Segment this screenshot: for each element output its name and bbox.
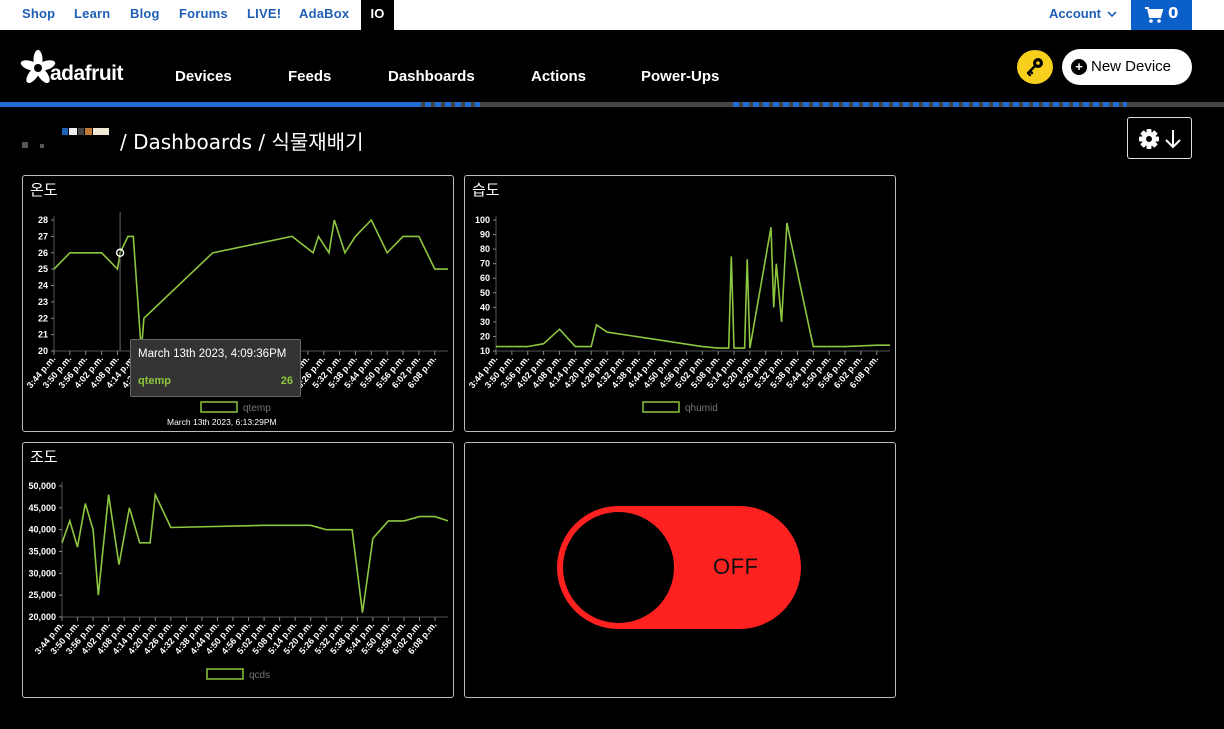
y-tick-label: 22 [38, 313, 48, 323]
y-tick-label: 30,000 [28, 568, 56, 578]
nav-feeds[interactable]: Feeds [288, 68, 331, 85]
io-link[interactable]: IO [361, 0, 394, 30]
new-device-label: New Device [1091, 58, 1172, 75]
nav-devices[interactable]: Devices [175, 68, 232, 85]
y-tick-label: 20,000 [28, 612, 56, 622]
humid-chart[interactable]: 1020304050607080901003:44 p.m.3:50 p.m.3… [465, 176, 897, 433]
shop-link[interactable]: Shop [22, 0, 55, 30]
y-tick-label: 80 [480, 244, 490, 254]
username-redacted [22, 128, 109, 148]
account-label: Account [1049, 6, 1101, 21]
tooltip-series: qtemp [138, 375, 171, 387]
cart-count: 0 [1168, 4, 1179, 22]
y-tick-label: 25,000 [28, 590, 56, 600]
nav-dashboards[interactable]: Dashboards [388, 68, 475, 85]
legend-swatch [200, 401, 238, 413]
key-icon [1026, 58, 1043, 77]
api-key-button[interactable] [1017, 50, 1053, 84]
top-bar: Shop Learn Blog Forums LIVE! AdaBox IO A… [0, 0, 1224, 30]
y-tick-label: 40 [480, 302, 490, 312]
series-line-qhumid [496, 222, 890, 349]
series-line-qcds [61, 491, 449, 613]
light-chart[interactable]: 20,000 25,000 30,000 35,000 40,000 45,000 50,0… [23, 443, 455, 699]
dashboard-settings-button[interactable] [1127, 117, 1192, 159]
light-panel: 조도 20,000 25,000 30,000 35,000 40,000 45,000 5… [22, 442, 454, 698]
breadcrumb: / Dashboards / 식물재배기 [120, 130, 364, 154]
account-menu[interactable]: Account [1049, 0, 1117, 30]
gear-icon [1139, 129, 1159, 149]
y-tick-label: 24 [38, 281, 48, 291]
legend-label: qtemp [243, 403, 271, 414]
y-tick-label: 27 [38, 231, 48, 241]
plus-icon: + [1071, 59, 1087, 75]
legend-label: qhumid [685, 403, 718, 414]
y-tick-label: 30 [480, 317, 490, 327]
learn-link[interactable]: Learn [74, 0, 110, 30]
toggle-knob [563, 512, 674, 623]
logo-text: adafruit [50, 62, 124, 85]
blog-link[interactable]: Blog [130, 0, 160, 30]
tooltip-value: 26 [280, 375, 293, 387]
nav-power-ups[interactable]: Power-Ups [641, 68, 719, 85]
adabox-link[interactable]: AdaBox [299, 0, 349, 30]
y-tick-label: 28 [38, 215, 48, 225]
chart-tooltip: March 13th 2023, 4:09:36PM qtemp 26 [130, 339, 301, 397]
toggle-switch[interactable]: OFF [557, 506, 801, 629]
y-tick-label: 100 [475, 215, 490, 225]
series-line-qtemp [53, 218, 448, 352]
forums-link[interactable]: Forums [179, 0, 228, 30]
arrow-down-icon [1165, 130, 1181, 149]
cart-button[interactable]: 0 [1131, 0, 1192, 30]
legend-swatch [642, 401, 680, 413]
legend-label: qcds [249, 670, 270, 681]
y-tick-label: 40,000 [28, 525, 56, 535]
y-tick-label: 50,000 [28, 481, 56, 491]
y-tick-label: 90 [480, 230, 490, 240]
tooltip-title: March 13th 2023, 4:09:36PM [138, 348, 287, 360]
y-tick-label: 70 [480, 259, 490, 269]
y-tick-label: 25 [38, 264, 48, 274]
loading-bar [0, 102, 1224, 107]
y-tick-label: 10 [480, 346, 490, 356]
y-tick-label: 60 [480, 273, 490, 283]
legend-swatch [206, 668, 244, 680]
cart-icon [1145, 7, 1164, 23]
y-tick-label: 20 [38, 346, 48, 356]
adafruit-logo[interactable]: adafruit [20, 50, 130, 90]
y-tick-label: 21 [38, 330, 48, 340]
y-tick-label: 35,000 [28, 547, 56, 557]
toggle-state: OFF [713, 554, 759, 579]
y-tick-label: 50 [480, 288, 490, 298]
nav-actions[interactable]: Actions [531, 68, 586, 85]
chevron-down-icon [1107, 11, 1117, 18]
humid-panel: 습도 10 20 30 40 50 60 70 80 90 100 3:44 p.m. 3:50 p.… [464, 175, 896, 432]
live-link[interactable]: LIVE! [247, 0, 281, 30]
y-tick-label: 45,000 [28, 503, 56, 513]
y-tick-label: 26 [38, 248, 48, 258]
new-device-button[interactable]: + New Device [1062, 49, 1192, 85]
last-updated: March 13th 2023, 6:13:29PM [167, 417, 277, 427]
y-tick-label: 23 [38, 297, 48, 307]
y-tick-label: 20 [480, 331, 490, 341]
